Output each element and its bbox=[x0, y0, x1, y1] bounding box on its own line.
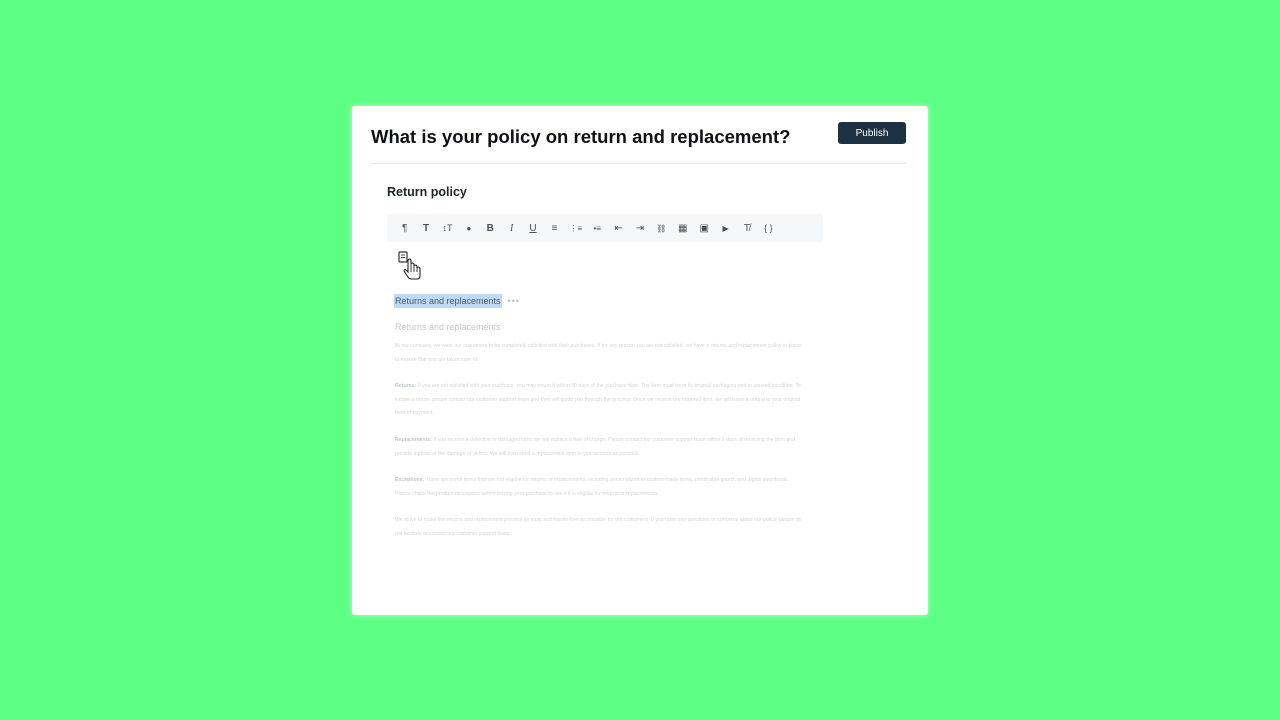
table-icon[interactable]: ▦ bbox=[672, 218, 693, 238]
clear-format-icon[interactable]: T̸ bbox=[736, 218, 757, 238]
publish-button[interactable]: Publish bbox=[838, 122, 906, 144]
ghost-paragraph-returns: Returns: If you are not satisfied with y… bbox=[395, 380, 805, 421]
paragraph-text: If you are not satisfied with your purch… bbox=[395, 383, 801, 416]
italic-icon[interactable]: I bbox=[501, 218, 522, 238]
image-icon[interactable]: ▣ bbox=[693, 218, 714, 238]
ghost-paragraph-closing: We strive to make the returns and replac… bbox=[395, 514, 805, 541]
code-icon[interactable]: { } bbox=[758, 218, 779, 238]
page-title: What is your policy on return and replac… bbox=[371, 126, 791, 147]
bullet-list-icon[interactable]: •≡ bbox=[587, 218, 608, 238]
outdent-icon[interactable]: ⇤ bbox=[608, 218, 629, 238]
text-format-icon[interactable]: T bbox=[415, 218, 436, 238]
more-options-icon[interactable]: ••• bbox=[508, 296, 520, 306]
underline-icon[interactable]: U bbox=[522, 218, 543, 238]
ghost-paragraph-exceptions: Exceptions: There are some items that ar… bbox=[395, 474, 805, 501]
paragraph-text: If you receive a defective or damaged it… bbox=[395, 437, 795, 457]
video-icon[interactable]: ▶ bbox=[715, 218, 736, 238]
paragraph-text: We strive to make the returns and replac… bbox=[395, 517, 802, 537]
ghost-heading: Returns and replacements bbox=[395, 322, 501, 332]
selected-heading[interactable]: Returns and replacements bbox=[394, 294, 502, 308]
indent-icon[interactable]: ⇥ bbox=[629, 218, 650, 238]
ordered-list-icon[interactable]: ⋮≡ bbox=[565, 218, 586, 238]
selected-heading-row: Returns and replacements ••• bbox=[394, 294, 520, 308]
paragraph-lead: Exceptions: bbox=[395, 477, 425, 483]
text-color-icon[interactable]: ● bbox=[458, 218, 479, 238]
paragraph-text: There are some items that are not eligib… bbox=[395, 477, 789, 497]
section-label: Return policy bbox=[387, 185, 467, 199]
paragraph-icon[interactable]: ¶ bbox=[394, 218, 415, 238]
paragraph-lead: Returns: bbox=[395, 383, 417, 389]
paragraph-lead: Replacements: bbox=[395, 437, 432, 443]
ghost-paragraph-replacements: Replacements: If you receive a defective… bbox=[395, 434, 805, 461]
text-size-icon[interactable]: ↕T bbox=[437, 218, 458, 238]
paragraph-text: At our company, we want our customers to… bbox=[395, 343, 801, 363]
hand-pointer-icon bbox=[398, 251, 421, 280]
align-left-icon[interactable]: ≡ bbox=[544, 218, 565, 238]
bold-icon[interactable]: B bbox=[480, 218, 501, 238]
editor-card: What is your policy on return and replac… bbox=[352, 106, 928, 615]
header-divider bbox=[371, 163, 906, 164]
ghost-paragraph-intro: At our company, we want our customers to… bbox=[395, 340, 805, 367]
link-icon[interactable]: ⛓ bbox=[651, 218, 672, 238]
formatting-toolbar: ¶ T ↕T ● B I U ≡ ⋮≡ •≡ ⇤ ⇥ ⛓ ▦ ▣ ▶ T̸ { … bbox=[387, 214, 823, 242]
